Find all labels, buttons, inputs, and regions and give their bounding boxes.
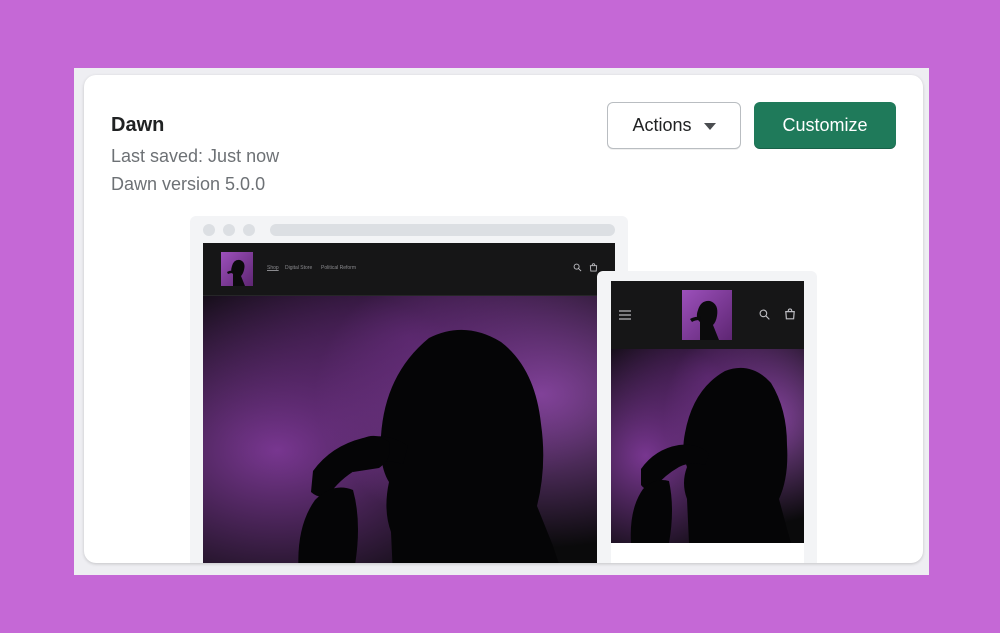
browser-dot xyxy=(203,224,215,236)
store-nav-link: Digital Store xyxy=(285,265,313,271)
browser-dot xyxy=(223,224,235,236)
caret-down-icon xyxy=(703,123,716,130)
search-icon xyxy=(573,263,582,272)
screenshot-frame: Dawn Last saved: Just now Dawn version 5… xyxy=(74,68,929,575)
theme-name: Dawn xyxy=(111,114,165,136)
mobile-store-header xyxy=(611,281,804,349)
cart-icon xyxy=(589,263,598,272)
search-icon xyxy=(759,309,770,320)
actions-button[interactable]: Actions xyxy=(607,102,741,149)
hero-image xyxy=(611,349,804,543)
store-logo xyxy=(221,252,253,286)
store-nav-link: Shop xyxy=(267,265,279,271)
mobile-storefront xyxy=(611,281,804,543)
theme-card: Dawn Last saved: Just now Dawn version 5… xyxy=(84,75,923,563)
hero-image xyxy=(203,296,615,563)
hamburger-menu-icon xyxy=(619,310,631,320)
desktop-store-header: Shop Digital Store Political Reform xyxy=(203,243,615,296)
theme-version-text: Dawn version 5.0.0 xyxy=(111,174,266,194)
browser-dot xyxy=(243,224,255,236)
customize-button[interactable]: Customize xyxy=(754,102,896,149)
store-nav-link: Political Reform xyxy=(321,265,357,271)
mobile-page-below-fold xyxy=(611,543,804,563)
desktop-preview: Shop Digital Store Political Reform xyxy=(190,216,628,563)
last-saved-text: Last saved: Just now xyxy=(111,146,280,166)
browser-address-bar xyxy=(270,224,615,236)
desktop-storefront: Shop Digital Store Political Reform xyxy=(203,243,615,563)
customize-button-label: Customize xyxy=(782,115,868,135)
actions-button-label: Actions xyxy=(632,115,692,135)
cart-icon xyxy=(785,308,795,320)
mobile-preview xyxy=(597,271,817,563)
store-logo xyxy=(682,290,732,340)
